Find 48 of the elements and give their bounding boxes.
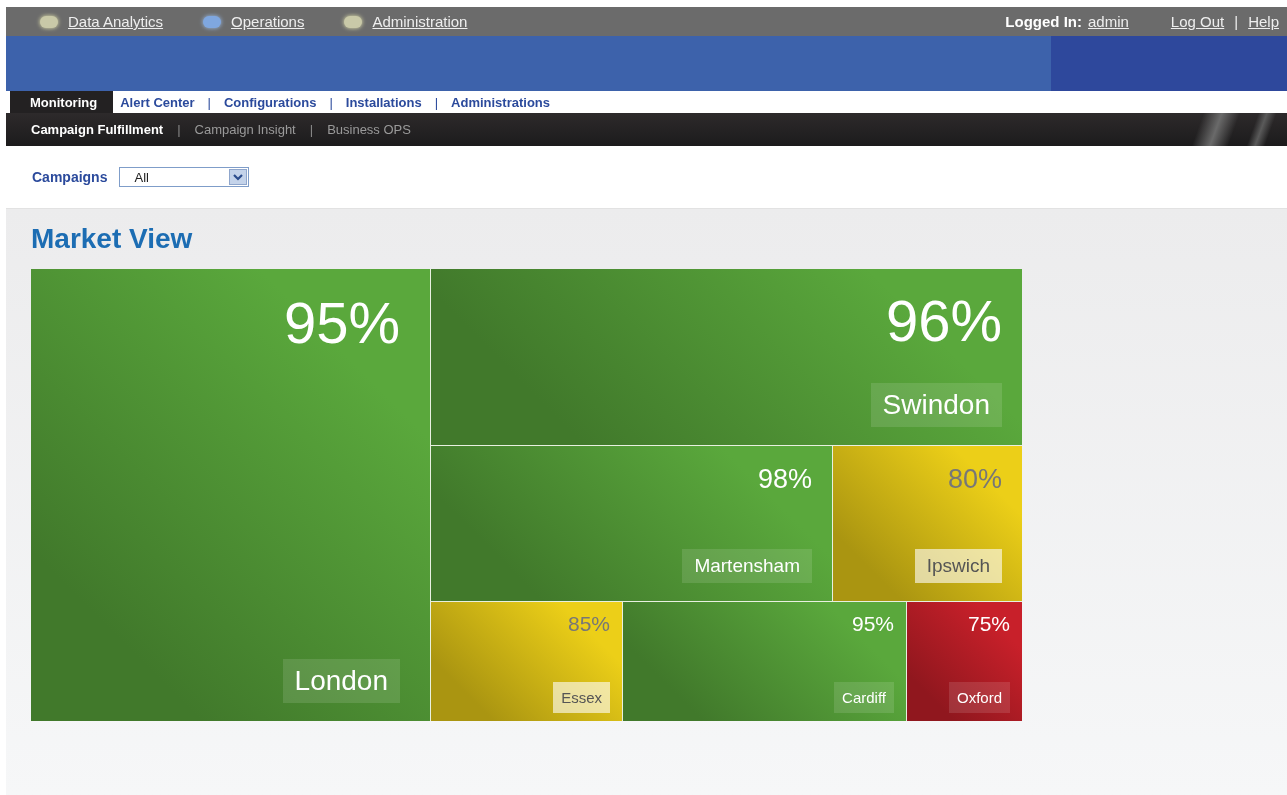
market-name: Oxford [949,682,1010,713]
nav-tab[interactable]: Installations [338,91,429,113]
pill-icon [203,15,222,28]
caret-icon [229,169,248,185]
header-link[interactable]: Help [1248,13,1279,30]
separator: | [177,122,181,137]
market-name: Essex [553,682,610,713]
separator: | [206,93,212,112]
separator: | [328,93,334,112]
top-nav-link[interactable]: Operations [203,13,305,30]
separator: | [309,122,314,137]
percent-value: 85% [567,612,610,636]
username-link[interactable]: admin [1088,13,1129,30]
treemap-tile[interactable]: 95% Cardiff [622,601,906,721]
top-nav-link[interactable]: Data Analytics [40,13,164,30]
percent-value: 75% [967,612,1010,636]
percent-value: 96% [885,287,1002,354]
sub-nav-link[interactable]: Campaign Insight [194,122,296,137]
campaigns-label: Campaigns [32,169,108,185]
sub-nav-link[interactable]: Business OPS [327,122,411,137]
campaigns-dropdown[interactable]: All [119,167,250,187]
percent-value: 95% [283,289,400,356]
market-name: Martensham [682,549,812,583]
market-name: London [282,659,400,703]
treemap-tile[interactable]: 98% Martensham [430,445,832,601]
separator: | [433,93,440,112]
treemap-tile[interactable]: 80% Ipswich [832,445,1022,601]
treemap-tile[interactable]: 96% Swindon [430,269,1022,445]
header-link[interactable]: Log Out [1170,13,1225,30]
nav-tab[interactable]: Alert Center [113,91,202,113]
pill-icon [40,15,58,28]
market-name: Swindon [870,383,1002,427]
logged-in-label: Logged In: [1005,13,1082,30]
treemap-tile[interactable]: 95% London [31,269,430,721]
percent-value: 95% [851,612,894,636]
treemap-tile[interactable]: 85% Essex [430,601,622,721]
percent-value: 98% [757,464,812,495]
page-title: Market View [31,223,194,255]
treemap-tile[interactable]: 75% Oxford [906,601,1022,721]
sub-nav-link[interactable]: Campaign Fulfillment [31,122,164,137]
percent-value: 80% [947,464,1002,495]
nav-tab[interactable]: Administrations [444,91,557,113]
separator: | [1234,13,1239,30]
top-nav-link[interactable]: Administration [344,13,468,30]
market-name: Cardiff [834,682,894,713]
nav-tab[interactable]: Configurations [216,91,324,113]
pill-icon [344,15,363,28]
market-name: Ipswich [914,549,1002,583]
